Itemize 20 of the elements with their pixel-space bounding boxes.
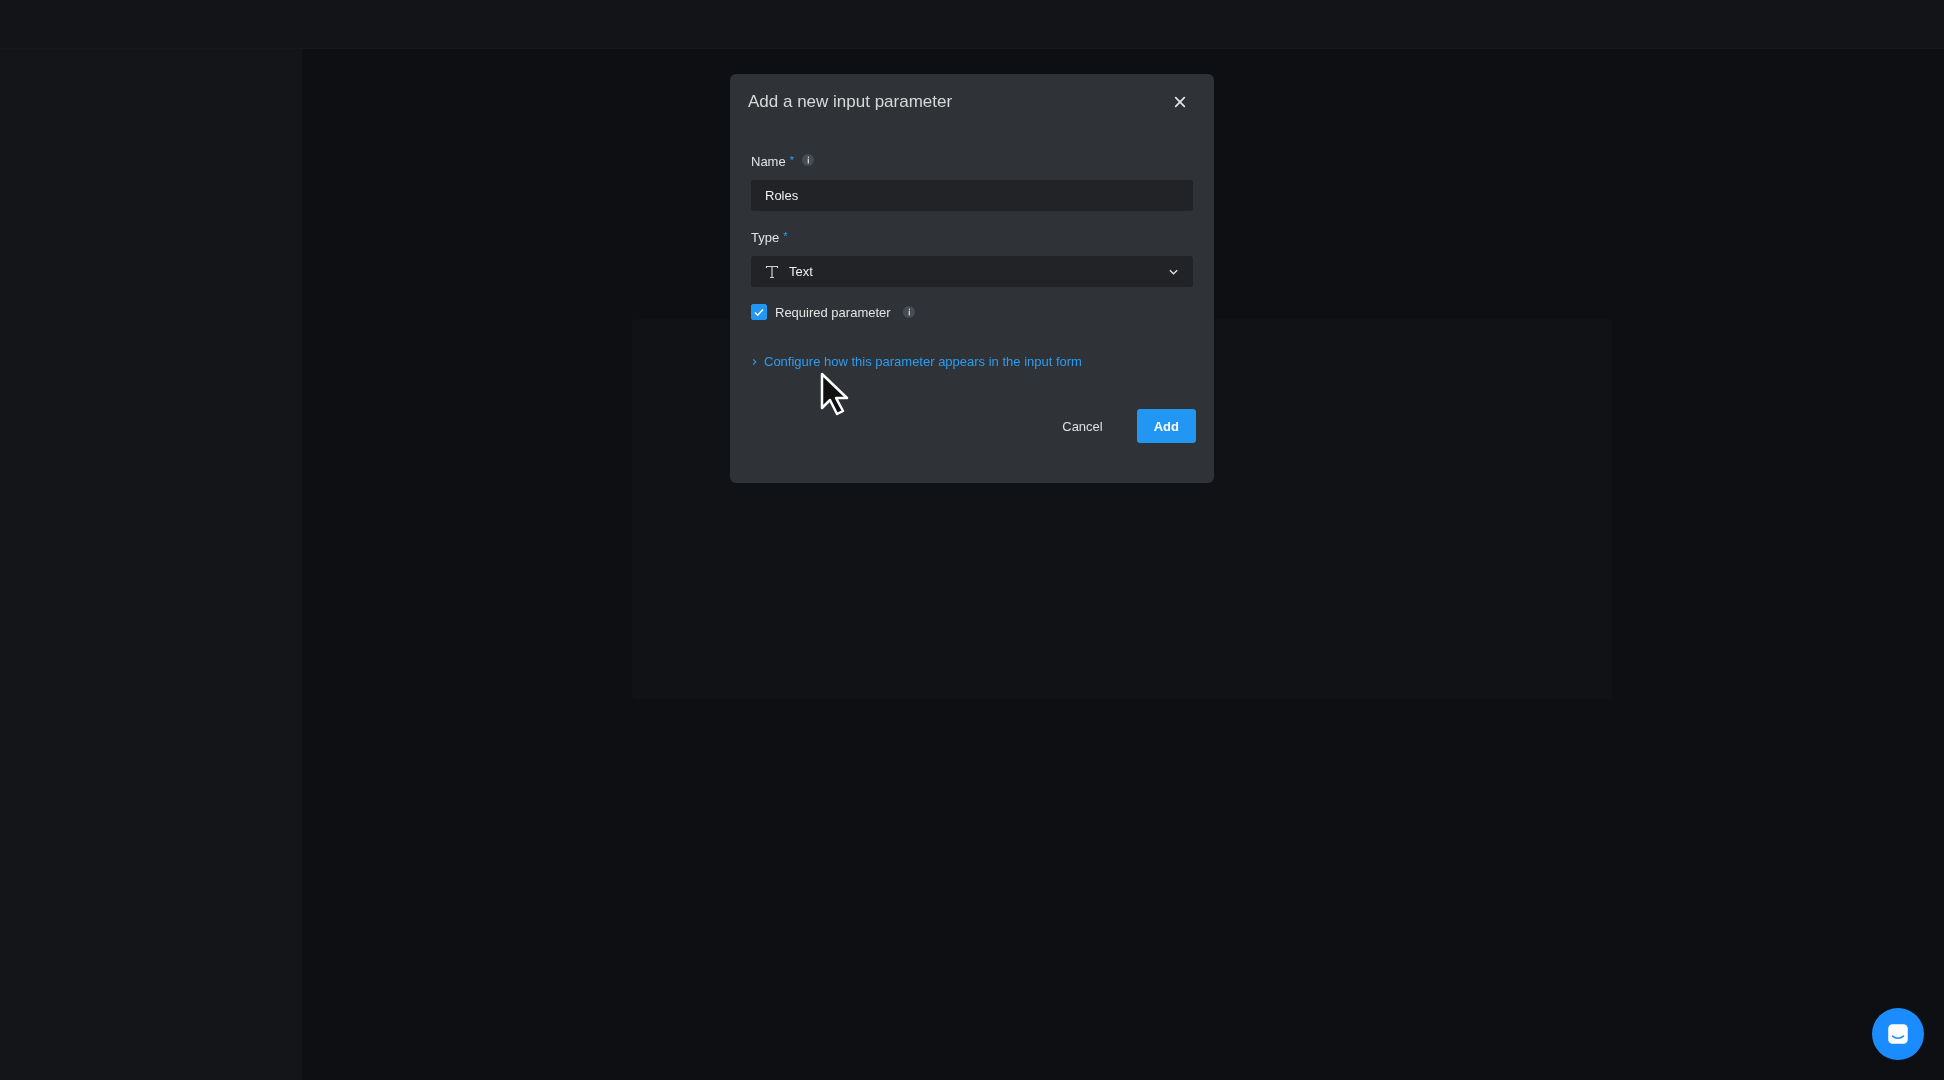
name-input-field[interactable]: Roles bbox=[751, 180, 1193, 211]
cancel-button[interactable]: Cancel bbox=[1056, 409, 1109, 443]
checkmark-icon bbox=[753, 306, 765, 318]
checkbox-label: Required parameter bbox=[775, 304, 891, 320]
type-dropdown[interactable]: Text bbox=[751, 256, 1193, 287]
dropdown-value: Text bbox=[789, 264, 814, 279]
configure-link[interactable]: Configure how this parameter appears in the input form bbox=[764, 354, 1082, 369]
chevron-right-icon[interactable] bbox=[751, 356, 758, 367]
field-label: Type bbox=[751, 230, 780, 245]
close-icon[interactable] bbox=[1174, 96, 1186, 108]
required-mark: * bbox=[789, 154, 794, 166]
chat-button[interactable] bbox=[1872, 1008, 1924, 1060]
mouse-pointer-icon bbox=[820, 372, 850, 416]
required-checkbox[interactable] bbox=[751, 304, 767, 320]
required-mark: * bbox=[783, 230, 788, 242]
text-type-icon bbox=[765, 264, 779, 279]
chevron-down-icon bbox=[1168, 267, 1179, 276]
dialog-title: Add a new input parameter bbox=[748, 92, 953, 112]
field-label: Name bbox=[751, 154, 786, 169]
chat-icon bbox=[1885, 1021, 1911, 1047]
